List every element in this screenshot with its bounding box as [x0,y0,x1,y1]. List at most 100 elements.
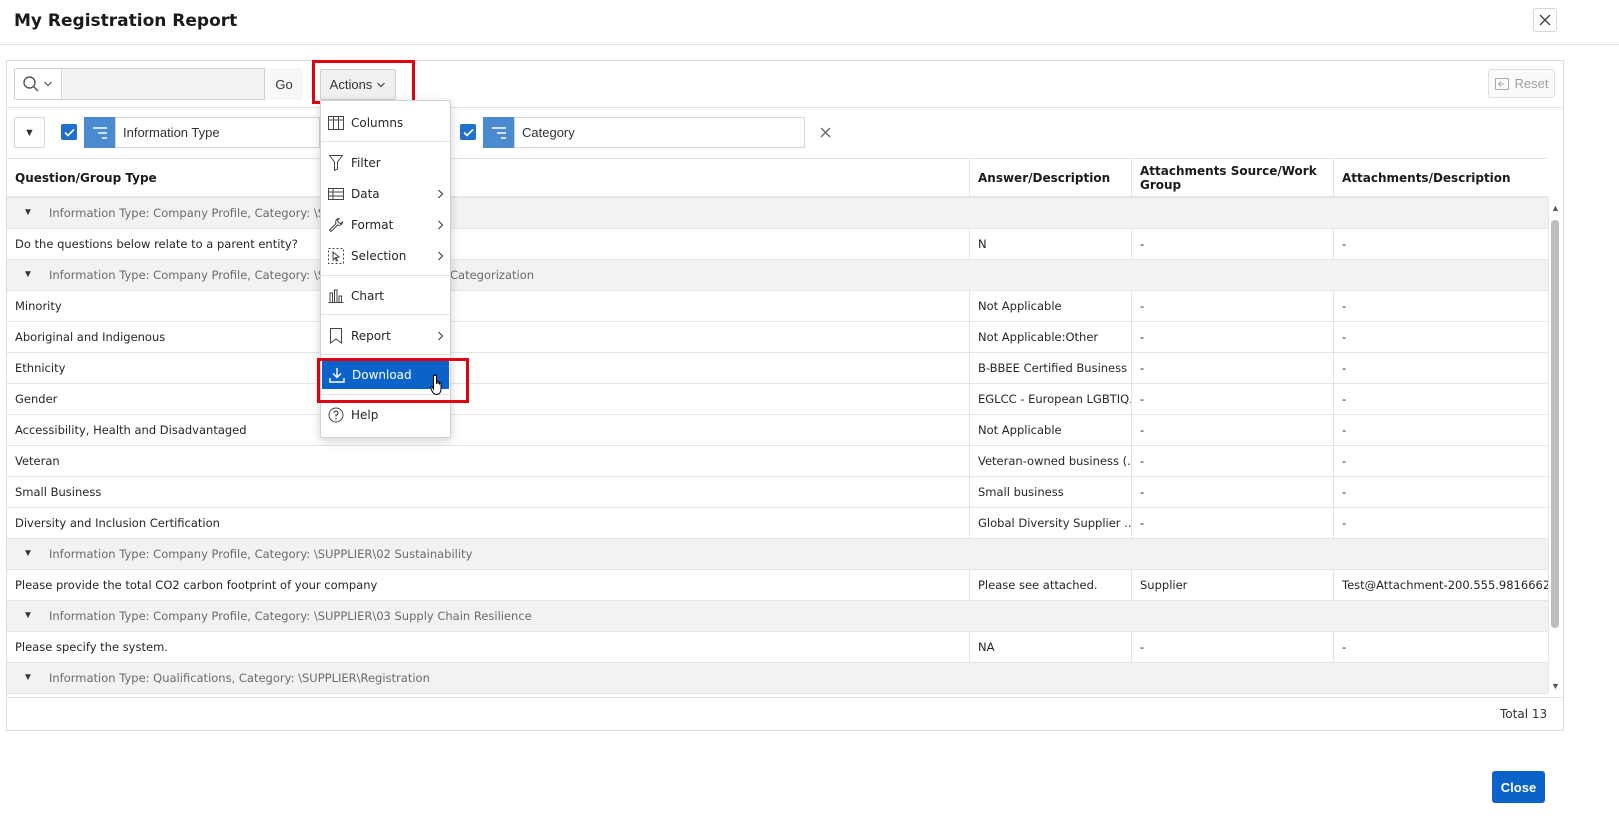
menu-item-data[interactable]: Data [321,180,450,208]
attachment-source-cell: Supplier [1140,578,1188,592]
answer-cell: EGLCC - European LGBTIQ... [978,392,1132,406]
menu-item-selection[interactable]: Selection [321,242,450,270]
footer-divider [6,697,1564,698]
menu-item-label: Report [351,329,391,343]
group-header-label: Information Type: Company Profile, Categ… [49,547,473,561]
group-header-label: Information Type: Company Profile, Categ… [49,609,532,623]
menu-item-label: Filter [351,156,381,170]
column-divider [1131,384,1132,414]
chevron-right-icon [437,220,443,230]
attachment-source-cell: - [1140,299,1145,313]
attachment-source-cell: - [1140,392,1145,406]
menu-item-chart[interactable]: Chart [321,282,450,310]
column-divider [969,632,970,662]
help-icon [328,407,344,423]
column-divider [969,415,970,445]
menu-item-report[interactable]: Report [321,322,450,350]
triangle-down-icon[interactable]: ▼ [23,269,33,280]
attachment-description-cell: - [1342,392,1347,406]
column-divider [1333,322,1334,352]
triangle-down-icon[interactable]: ▼ [23,207,33,218]
hand-cursor-icon [428,374,444,401]
column-divider [1333,415,1334,445]
column-divider [1131,632,1132,662]
menu-divider [321,141,450,142]
attachment-description-cell: - [1342,640,1347,654]
menu-item-columns[interactable]: Columns [321,109,450,137]
column-divider [1131,415,1132,445]
column-divider [1333,353,1334,383]
column-divider [969,570,970,600]
table-body: ▼ Information Type: Company Profile, Cate… [0,0,1619,694]
table-row: Gender EGLCC - European LGBTIQ... - - [7,384,1548,415]
menu-item-label: Selection [351,249,407,263]
attachment-description-cell: Test@Attachment-200.555.9816662.... [1342,578,1548,592]
attachment-source-cell: - [1140,361,1145,375]
triangle-down-icon[interactable]: ▼ [23,610,33,621]
column-divider [1333,291,1334,321]
group-header-row: ▼ Information Type: Qualifications, Categ… [7,663,1548,694]
attachment-source-cell: - [1140,640,1145,654]
menu-item-help[interactable]: Help [321,401,450,429]
column-divider [969,384,970,414]
selection-icon [328,248,344,264]
column-divider [969,291,970,321]
chevron-right-icon [437,331,443,341]
answer-cell: Small business [978,485,1064,499]
attachment-description-cell: - [1342,330,1347,344]
answer-cell: Not Applicable:Other [978,330,1099,344]
table-row: Minority Not Applicable - - [7,291,1548,322]
filter-icon [329,155,343,171]
column-divider [1131,229,1132,259]
group-header-row: ▼ Information Type: Company Profile, Cate… [7,198,1548,229]
menu-item-label: Format [351,218,394,232]
menu-divider [321,354,450,355]
question-cell: Diversity and Inclusion Certification [15,516,220,530]
column-divider [969,508,970,538]
answer-cell: Veteran-owned business (... [978,454,1132,468]
total-count: Total 13 [1500,707,1548,721]
column-divider [969,229,970,259]
question-cell: Minority [15,299,62,313]
group-header-label-tail: Categorization [450,268,535,282]
scrollbar-thumb[interactable] [1551,220,1559,628]
menu-item-label: Columns [351,116,404,130]
column-divider [1333,508,1334,538]
group-header-label: Information Type: Company Profile, Categ… [49,206,354,220]
table-row: Ethnicity B-BBEE Certified Business ... - - [7,353,1548,384]
question-cell: Do the questions below relate to a paren… [15,237,298,251]
column-divider [1333,477,1334,507]
scroll-down-arrow-icon[interactable]: ▼ [1551,681,1560,691]
column-divider [969,477,970,507]
close-button[interactable]: Close [1492,771,1545,803]
attachment-description-cell: - [1342,454,1347,468]
question-cell: Small Business [15,485,102,499]
attachment-source-cell: - [1140,485,1145,499]
answer-cell: NA [978,640,995,654]
menu-divider [321,275,450,276]
triangle-down-icon[interactable]: ▼ [23,672,33,683]
attachment-description-cell: - [1342,237,1347,251]
answer-cell: Not Applicable [978,299,1062,313]
question-cell: Please provide the total CO2 carbon foot… [15,578,378,592]
bar-chart-icon [328,289,344,303]
group-header-row: ▼ Information Type: Company Profile, Cate… [7,260,1548,291]
menu-item-format[interactable]: Format [321,211,450,239]
bookmark-icon [330,328,342,344]
group-header-label: Information Type: Company Profile, Categ… [49,268,354,282]
column-divider [1131,291,1132,321]
question-cell: Ethnicity [15,361,66,375]
menu-item-filter[interactable]: Filter [321,149,450,177]
answer-cell: Not Applicable [978,423,1062,437]
scroll-up-arrow-icon[interactable]: ▲ [1551,203,1560,213]
column-divider [1131,508,1132,538]
chevron-right-icon [437,189,443,199]
attachment-description-cell: - [1342,485,1347,499]
column-divider [1131,570,1132,600]
triangle-down-icon[interactable]: ▼ [23,548,33,559]
group-header-row: ▼ Information Type: Company Profile, Cate… [7,539,1548,570]
table-row: Veteran Veteran-owned business (... - - [7,446,1548,477]
answer-cell: Global Diversity Supplier ... [978,516,1132,530]
table-row: Small Business Small business - - [7,477,1548,508]
answer-cell: B-BBEE Certified Business ... [978,361,1132,375]
